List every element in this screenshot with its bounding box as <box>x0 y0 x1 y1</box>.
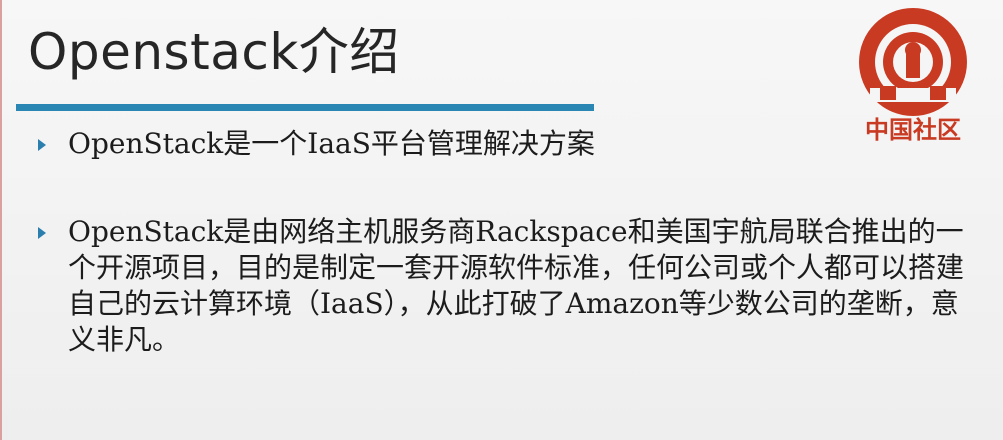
community-logo: 中国社区 <box>840 4 986 146</box>
bullet-item: OpenStack是由网络主机服务商Rackspace和美国宇航局联合推出的一个… <box>38 214 968 358</box>
bullet-arrow-icon <box>38 139 46 151</box>
bullet-text: OpenStack是一个IaaS平台管理解决方案 <box>68 127 595 160</box>
bullet-list: OpenStack是一个IaaS平台管理解决方案 OpenStack是由网络主机… <box>38 126 968 358</box>
bullet-item: OpenStack是一个IaaS平台管理解决方案 <box>38 126 968 162</box>
title-underline <box>16 104 594 111</box>
bullet-arrow-icon <box>38 227 46 239</box>
bullet-text: OpenStack是由网络主机服务商Rackspace和美国宇航局联合推出的一个… <box>68 215 965 356</box>
community-logo-icon: 中国社区 <box>859 8 967 144</box>
slide-title: Openstack介绍 <box>28 23 400 81</box>
slide: Openstack介绍 中国社区 OpenStack是一个IaaS平台管理解决方… <box>0 0 1003 440</box>
